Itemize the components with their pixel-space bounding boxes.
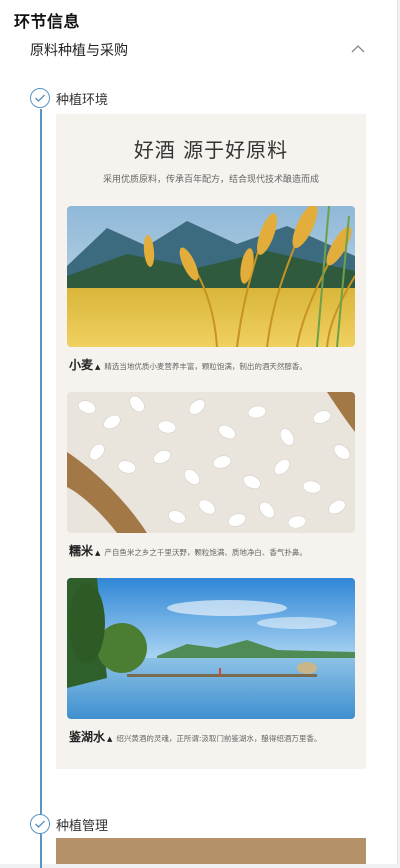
poster-title: 好酒 源于好原料: [133, 138, 289, 162]
item-name: 小麦: [69, 358, 94, 372]
item-desc: 产自鱼米之乡之千里沃野，颗粒饱满、质地净白、香气扑鼻。: [104, 548, 307, 557]
process-info-card: 环节信息 原料种植与采购 种植环境 好酒 源于好原料 采用优质原料，传承百年配方…: [0, 0, 398, 868]
glutinous-rice-photo: [67, 392, 355, 533]
next-step-image-preview: [56, 838, 366, 864]
section-title: 环节信息: [14, 12, 81, 31]
wheat-field-photo: [67, 206, 355, 347]
item-caption-rice: 糯米 ▲ 产自鱼米之乡之千里沃野，颗粒饱满、质地净白、香气扑鼻。: [69, 540, 359, 559]
timeline-connector-lower: [40, 834, 42, 868]
item-name: 鉴湖水: [69, 730, 106, 744]
step-label: 种植管理: [56, 819, 109, 834]
check-circle-icon: [30, 88, 50, 108]
item-name: 糯米: [69, 544, 94, 558]
timeline-connector: [40, 109, 42, 814]
step-label: 种植环境: [56, 93, 109, 108]
item-desc: 绍兴黄酒的灵魂，正所谓:汲取门前鉴湖水，酿得绍酒万里香。: [116, 734, 322, 743]
poster-subtitle: 采用优质原料，传承百年配方，结合现代技术酿造而成: [102, 175, 319, 185]
raw-material-poster: 好酒 源于好原料 采用优质原料，传承百年配方，结合现代技术酿造而成 小麦 ▲ 精…: [56, 114, 366, 769]
triangle-icon: ▲: [95, 549, 101, 557]
triangle-icon: ▲: [95, 363, 101, 371]
item-caption-wheat: 小麦 ▲ 精选当地优质小麦营养丰富，颗粒饱满，制出的酒天然醇香。: [69, 354, 359, 373]
item-caption-lake: 鉴湖水 ▲ 绍兴黄酒的灵魂，正所谓:汲取门前鉴湖水，酿得绍酒万里香。: [69, 726, 359, 745]
item-desc: 精选当地优质小麦营养丰富，颗粒饱满，制出的酒天然醇香。: [104, 362, 307, 371]
chevron-up-icon[interactable]: [350, 42, 366, 56]
subsection-header[interactable]: 原料种植与采购: [30, 40, 370, 62]
triangle-icon: ▲: [107, 735, 113, 743]
subsection-label: 原料种植与采购: [30, 43, 128, 59]
check-circle-icon: [30, 814, 50, 834]
jianhu-lake-photo: [67, 578, 355, 719]
